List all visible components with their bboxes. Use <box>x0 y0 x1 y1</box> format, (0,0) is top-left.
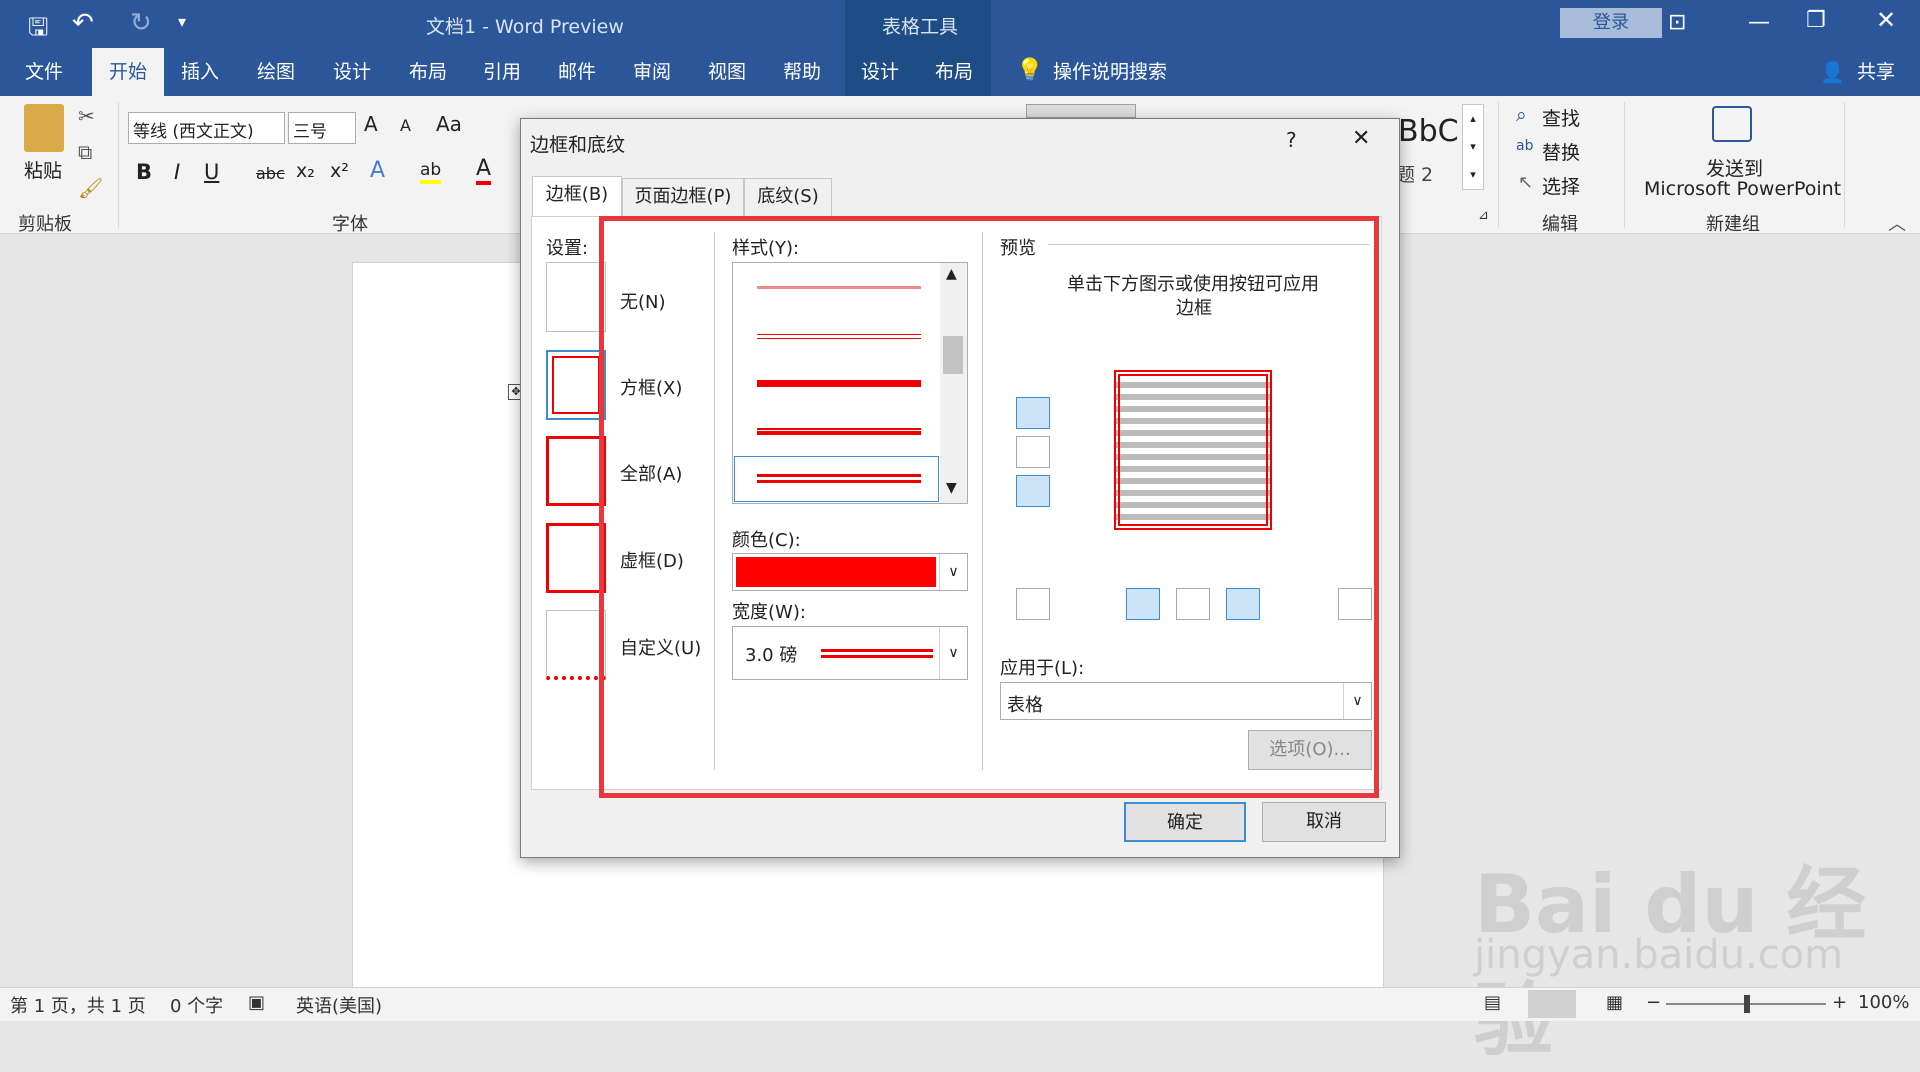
replace-icon: ab <box>1516 138 1534 154</box>
setting-custom-icon[interactable] <box>546 610 606 680</box>
find-button[interactable]: 查找 <box>1542 104 1580 131</box>
replace-button[interactable]: 替换 <box>1542 138 1580 165</box>
read-mode-icon[interactable]: ▤ <box>1484 992 1501 1013</box>
close-icon[interactable]: ✕ <box>1876 6 1896 34</box>
minimize-icon[interactable]: — <box>1748 10 1770 35</box>
tab-page-border[interactable]: 页面边框(P) <box>622 178 744 216</box>
style-name[interactable]: 题 2 <box>1396 160 1433 187</box>
ribbon-separator <box>1498 102 1499 228</box>
styles-scroll[interactable]: ▴ ▾ ▾ <box>1462 104 1484 190</box>
proofing-icon[interactable]: ▣ <box>248 992 265 1013</box>
person-icon: 👤 <box>1820 60 1845 84</box>
copy-icon[interactable]: ⧉ <box>78 140 92 164</box>
undo-icon[interactable]: ↶ <box>72 8 94 38</box>
tab-table-design[interactable]: 设计 <box>848 48 912 96</box>
edit-group-label: 编辑 <box>1542 214 1578 235</box>
style-preview[interactable]: BbC <box>1398 114 1459 149</box>
watermark-url: jingyan.baidu.com <box>1474 932 1844 978</box>
paste-label[interactable]: 粘贴 <box>24 156 62 183</box>
ribbon-separator <box>118 102 119 228</box>
tell-me-search[interactable]: 操作说明搜索 <box>1050 48 1170 96</box>
zoom-out-icon[interactable]: − <box>1646 992 1661 1013</box>
save-icon[interactable]: 🖫 <box>28 10 48 51</box>
superscript-icon[interactable]: x² <box>330 160 349 182</box>
tab-references[interactable]: 引用 <box>470 48 534 96</box>
format-painter-icon[interactable]: 🖌 <box>78 176 103 200</box>
tab-help[interactable]: 帮助 <box>770 48 834 96</box>
subscript-icon[interactable]: x₂ <box>296 160 315 182</box>
tab-home[interactable]: 开始 <box>92 48 164 96</box>
font-size-select[interactable]: 三号 <box>288 112 356 144</box>
redo-icon[interactable]: ↻ <box>130 8 152 38</box>
tab-design[interactable]: 设计 <box>320 48 384 96</box>
clipboard-group-label: 剪贴板 <box>18 214 72 235</box>
word-count[interactable]: 0 个字 <box>170 992 223 1018</box>
language[interactable]: 英语(美国) <box>296 992 382 1018</box>
ok-button[interactable]: 确定 <box>1124 802 1246 842</box>
setting-none-icon[interactable] <box>546 262 606 332</box>
tab-file[interactable]: 文件 <box>12 48 76 96</box>
tab-table-layout[interactable]: 布局 <box>922 48 986 96</box>
dialog-title: 边框和底纹 <box>530 134 626 156</box>
tab-borders[interactable]: 边框(B) <box>532 176 622 218</box>
document-title: 文档1 - Word Preview <box>426 16 624 38</box>
tab-draw[interactable]: 绘图 <box>244 48 308 96</box>
collapse-ribbon-icon[interactable]: ︿ <box>1888 210 1906 236</box>
highlight-frame <box>599 216 1379 798</box>
highlight-icon[interactable]: ab <box>420 160 442 184</box>
tab-insert[interactable]: 插入 <box>168 48 232 96</box>
font-color-icon[interactable]: A <box>476 156 492 185</box>
tab-layout[interactable]: 布局 <box>396 48 460 96</box>
login-button[interactable]: 登录 <box>1560 8 1662 38</box>
tab-mailings[interactable]: 邮件 <box>545 48 609 96</box>
change-case-icon[interactable]: Aa <box>436 112 462 136</box>
cancel-button[interactable]: 取消 <box>1262 802 1386 842</box>
send-to-ppt-icon[interactable] <box>1712 106 1752 142</box>
italic-icon[interactable]: I <box>174 160 180 184</box>
tab-view[interactable]: 视图 <box>695 48 759 96</box>
zoom-level[interactable]: 100% <box>1858 992 1909 1013</box>
dialog-help-button[interactable]: ? <box>1286 128 1297 152</box>
zoom-in-icon[interactable]: + <box>1832 992 1847 1013</box>
styles-dialog-launcher[interactable]: ⊿ <box>1478 208 1489 223</box>
cut-icon[interactable]: ✂ <box>78 104 95 128</box>
select-icon: ↖ <box>1518 172 1534 193</box>
customize-qat-icon[interactable]: ▾ <box>178 12 186 31</box>
select-button[interactable]: 选择 <box>1542 172 1580 199</box>
font-name-select[interactable]: 等线 (西文正文) <box>128 112 285 144</box>
lightbulb-icon: 💡 <box>1016 58 1044 83</box>
print-layout-icon[interactable] <box>1528 990 1576 1018</box>
find-icon: ⌕ <box>1516 104 1527 126</box>
settings-label: 设置: <box>546 238 589 259</box>
grow-font-icon[interactable]: A <box>364 112 378 136</box>
setting-grid-icon[interactable] <box>546 523 606 593</box>
font-group-label: 字体 <box>332 214 368 235</box>
setting-all-icon[interactable] <box>546 436 606 506</box>
ribbon-display-icon[interactable]: ⊡ <box>1668 10 1686 35</box>
new-group-label: 新建组 <box>1706 214 1760 235</box>
setting-box-icon[interactable] <box>546 350 606 420</box>
ribbon-separator <box>1624 102 1625 228</box>
send-to-label[interactable]: 发送到 <box>1706 154 1763 181</box>
bold-icon[interactable]: B <box>136 160 152 184</box>
table-tools-label: 表格工具 <box>882 16 959 38</box>
tab-shading[interactable]: 底纹(S) <box>744 178 832 216</box>
share-button[interactable]: 共享 <box>1846 48 1906 96</box>
strikethrough-icon[interactable]: abc <box>256 164 285 183</box>
text-effects-icon[interactable]: A <box>370 158 385 183</box>
style-thumb[interactable] <box>1026 104 1136 118</box>
restore-icon[interactable]: ❐ <box>1806 8 1826 33</box>
zoom-slider-thumb[interactable] <box>1744 995 1750 1013</box>
underline-icon[interactable]: U <box>204 160 219 184</box>
ribbon-separator <box>1844 102 1845 228</box>
status-bar <box>0 987 1920 1021</box>
web-layout-icon[interactable]: ▦ <box>1606 992 1623 1013</box>
page-count[interactable]: 第 1 页，共 1 页 <box>10 992 146 1018</box>
dialog-close-icon[interactable]: ✕ <box>1352 126 1370 151</box>
powerpoint-label[interactable]: Microsoft PowerPoint <box>1644 178 1841 200</box>
tab-review[interactable]: 审阅 <box>620 48 684 96</box>
paste-icon[interactable] <box>24 104 64 152</box>
shrink-font-icon[interactable]: A <box>400 116 411 135</box>
